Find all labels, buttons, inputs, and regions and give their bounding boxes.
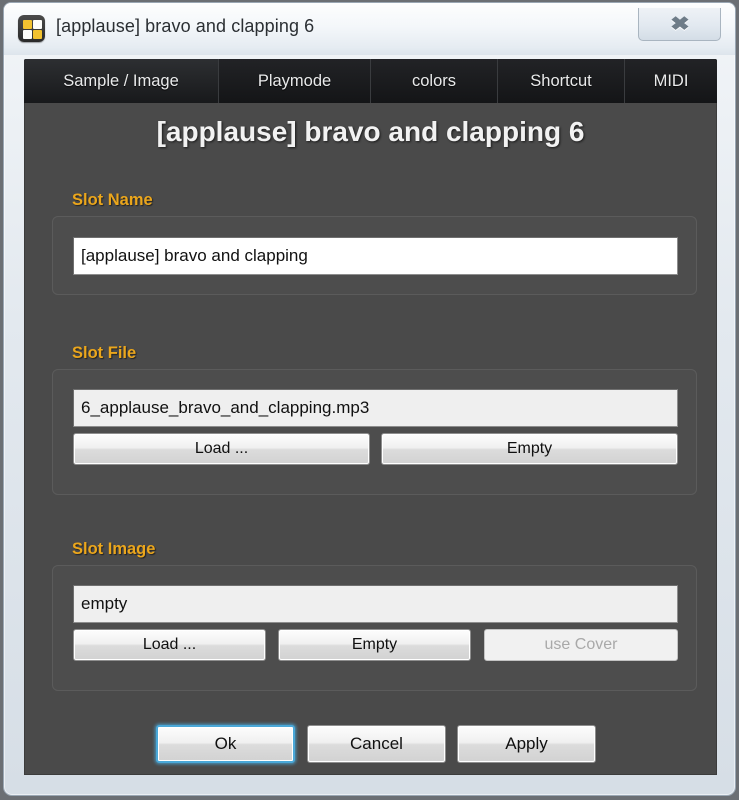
close-icon: ✖ [669, 13, 690, 35]
tab-content-panel: [applause] bravo and clapping 6 Slot Nam… [24, 103, 717, 775]
ok-button[interactable]: Ok [156, 725, 295, 763]
tab-sample-image[interactable]: Sample / Image [24, 59, 219, 103]
window-title: [applause] bravo and clapping 6 [56, 16, 315, 36]
slot-image-use-cover-button: use Cover [484, 629, 678, 661]
slot-file-label: Slot File [72, 344, 137, 362]
slot-file-panel: 6_applause_bravo_and_clapping.mp3 Load .… [52, 369, 697, 495]
slot-file-load-button[interactable]: Load ... [73, 433, 370, 465]
slot-name-input[interactable]: [applause] bravo and clapping [73, 237, 678, 275]
dialog-window: [applause] bravo and clapping 6 ✖ Sample… [3, 2, 736, 796]
slot-file-empty-button[interactable]: Empty [381, 433, 678, 465]
close-button[interactable]: ✖ [638, 8, 721, 41]
apply-button[interactable]: Apply [457, 725, 596, 763]
tab-playmode[interactable]: Playmode [219, 59, 371, 103]
page-title: [applause] bravo and clapping 6 [156, 116, 585, 147]
slot-name-panel: [applause] bravo and clapping [52, 216, 697, 295]
title-bar: [applause] bravo and clapping 6 ✖ [4, 3, 735, 55]
app-squares-icon [18, 15, 45, 42]
slot-name-label: Slot Name [72, 191, 153, 209]
slot-image-label: Slot Image [72, 540, 156, 558]
tab-midi[interactable]: MIDI [625, 59, 717, 103]
slot-image-panel: empty Load ... Empty use Cover [52, 565, 697, 691]
tab-shortcut[interactable]: Shortcut [498, 59, 625, 103]
cancel-button[interactable]: Cancel [307, 725, 446, 763]
slot-image-empty-button[interactable]: Empty [278, 629, 471, 661]
slot-file-input[interactable]: 6_applause_bravo_and_clapping.mp3 [73, 389, 678, 427]
tab-bar: Sample / Image Playmode colors Shortcut … [24, 59, 717, 103]
slot-image-load-button[interactable]: Load ... [73, 629, 266, 661]
tab-colors[interactable]: colors [371, 59, 498, 103]
slot-image-input[interactable]: empty [73, 585, 678, 623]
